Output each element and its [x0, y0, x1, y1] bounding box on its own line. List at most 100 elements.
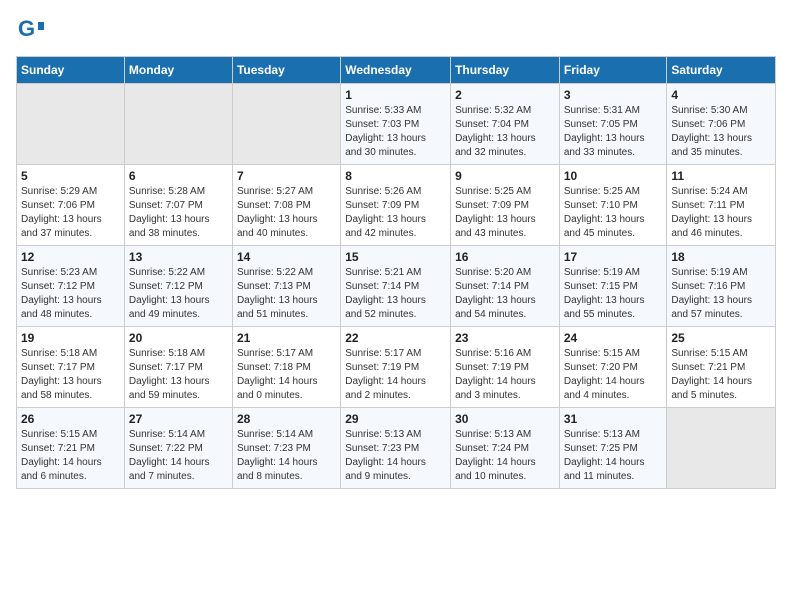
calendar-cell: 27 Sunrise: 5:14 AM Sunset: 7:22 PM Dayli… — [124, 408, 232, 489]
calendar-cell: 6Sunrise: 5:28 AM Sunset: 7:07 PM Daylig… — [124, 165, 232, 246]
day-number: 1 — [345, 88, 446, 102]
day-number: 16 — [455, 250, 555, 264]
calendar-cell: 26Sunrise: 5:15 AM Sunset: 7:21 PM Dayli… — [17, 408, 125, 489]
calendar-cell: 4 Sunrise: 5:30 AM Sunset: 7:06 PM Daylig… — [667, 84, 776, 165]
day-number: 4 — [671, 88, 771, 102]
calendar-cell: 19 Sunrise: 5:18 AM Sunset: 7:17 PM Dayli… — [17, 327, 125, 408]
calendar-cell: 25 Sunrise: 5:15 AM Sunset: 7:21 PM Dayli… — [667, 327, 776, 408]
day-number: 22 — [345, 331, 446, 345]
day-info: Sunrise: 5:17 AM Sunset: 7:18 PM Dayligh… — [237, 347, 336, 403]
calendar-cell: 2Sunrise: 5:32 AM Sunset: 7:04 PM Daylig… — [451, 84, 560, 165]
calendar-week-row: 26Sunrise: 5:15 AM Sunset: 7:21 PM Dayli… — [17, 408, 776, 489]
calendar-cell: 11 Sunrise: 5:24 AM Sunset: 7:11 PM Dayli… — [667, 165, 776, 246]
calendar-cell: 16 Sunrise: 5:20 AM Sunset: 7:14 PM Dayli… — [451, 246, 560, 327]
day-info: Sunrise: 5:25 AM Sunset: 7:09 PM Dayligh… — [455, 185, 555, 241]
calendar-cell: 29 Sunrise: 5:13 AM Sunset: 7:23 PM Dayli… — [341, 408, 451, 489]
calendar-cell — [17, 84, 125, 165]
day-number: 3 — [564, 88, 663, 102]
day-info: Sunrise: 5:30 AM Sunset: 7:06 PM Dayligh… — [671, 104, 771, 160]
day-info: Sunrise: 5:22 AM Sunset: 7:12 PM Dayligh… — [129, 266, 228, 322]
calendar-cell — [667, 408, 776, 489]
calendar-cell: 18 Sunrise: 5:19 AM Sunset: 7:16 PM Dayli… — [667, 246, 776, 327]
calendar-cell: 9 Sunrise: 5:25 AM Sunset: 7:09 PM Daylig… — [451, 165, 560, 246]
calendar-cell: 17 Sunrise: 5:19 AM Sunset: 7:15 PM Dayli… — [559, 246, 667, 327]
day-header-thursday: Thursday — [451, 57, 560, 84]
day-info: Sunrise: 5:31 AM Sunset: 7:05 PM Dayligh… — [564, 104, 663, 160]
calendar-header: G — [16, 16, 776, 44]
calendar-week-row: 5 Sunrise: 5:29 AM Sunset: 7:06 PM Daylig… — [17, 165, 776, 246]
calendar-cell: 7 Sunrise: 5:27 AM Sunset: 7:08 PM Daylig… — [232, 165, 340, 246]
day-header-sunday: Sunday — [17, 57, 125, 84]
day-info: Sunrise: 5:22 AM Sunset: 7:13 PM Dayligh… — [237, 266, 336, 322]
day-number: 28 — [237, 412, 336, 426]
day-number: 18 — [671, 250, 771, 264]
logo-icon: G — [16, 16, 44, 44]
day-info: Sunrise: 5:27 AM Sunset: 7:08 PM Dayligh… — [237, 185, 336, 241]
day-number: 25 — [671, 331, 771, 345]
day-info: Sunrise: 5:13 AM Sunset: 7:25 PM Dayligh… — [564, 428, 663, 484]
day-number: 20 — [129, 331, 228, 345]
calendar-cell: 23 Sunrise: 5:16 AM Sunset: 7:19 PM Dayli… — [451, 327, 560, 408]
day-info: Sunrise: 5:16 AM Sunset: 7:19 PM Dayligh… — [455, 347, 555, 403]
day-number: 17 — [564, 250, 663, 264]
day-number: 29 — [345, 412, 446, 426]
calendar-week-row: 19 Sunrise: 5:18 AM Sunset: 7:17 PM Dayli… — [17, 327, 776, 408]
calendar-cell: 12Sunrise: 5:23 AM Sunset: 7:12 PM Dayli… — [17, 246, 125, 327]
calendar-cell: 14 Sunrise: 5:22 AM Sunset: 7:13 PM Dayli… — [232, 246, 340, 327]
day-info: Sunrise: 5:29 AM Sunset: 7:06 PM Dayligh… — [21, 185, 120, 241]
day-info: Sunrise: 5:14 AM Sunset: 7:23 PM Dayligh… — [237, 428, 336, 484]
day-info: Sunrise: 5:18 AM Sunset: 7:17 PM Dayligh… — [21, 347, 120, 403]
day-header-monday: Monday — [124, 57, 232, 84]
day-number: 9 — [455, 169, 555, 183]
day-number: 8 — [345, 169, 446, 183]
day-info: Sunrise: 5:19 AM Sunset: 7:16 PM Dayligh… — [671, 266, 771, 322]
day-number: 23 — [455, 331, 555, 345]
calendar-cell: 5 Sunrise: 5:29 AM Sunset: 7:06 PM Daylig… — [17, 165, 125, 246]
calendar-table: SundayMondayTuesdayWednesdayThursdayFrid… — [16, 56, 776, 489]
day-number: 7 — [237, 169, 336, 183]
day-number: 13 — [129, 250, 228, 264]
day-number: 30 — [455, 412, 555, 426]
day-number: 14 — [237, 250, 336, 264]
svg-text:G: G — [18, 16, 35, 41]
calendar-cell: 31Sunrise: 5:13 AM Sunset: 7:25 PM Dayli… — [559, 408, 667, 489]
day-number: 11 — [671, 169, 771, 183]
calendar-week-row: 12Sunrise: 5:23 AM Sunset: 7:12 PM Dayli… — [17, 246, 776, 327]
day-info: Sunrise: 5:17 AM Sunset: 7:19 PM Dayligh… — [345, 347, 446, 403]
calendar-cell: 28 Sunrise: 5:14 AM Sunset: 7:23 PM Dayli… — [232, 408, 340, 489]
calendar-cell: 24 Sunrise: 5:15 AM Sunset: 7:20 PM Dayli… — [559, 327, 667, 408]
day-number: 10 — [564, 169, 663, 183]
day-info: Sunrise: 5:15 AM Sunset: 7:21 PM Dayligh… — [671, 347, 771, 403]
calendar-header-row: SundayMondayTuesdayWednesdayThursdayFrid… — [17, 57, 776, 84]
calendar-cell: 8Sunrise: 5:26 AM Sunset: 7:09 PM Daylig… — [341, 165, 451, 246]
day-info: Sunrise: 5:14 AM Sunset: 7:22 PM Dayligh… — [129, 428, 228, 484]
day-info: Sunrise: 5:15 AM Sunset: 7:21 PM Dayligh… — [21, 428, 120, 484]
day-number: 15 — [345, 250, 446, 264]
day-info: Sunrise: 5:19 AM Sunset: 7:15 PM Dayligh… — [564, 266, 663, 322]
logo: G — [16, 16, 48, 44]
calendar-cell: 1 Sunrise: 5:33 AM Sunset: 7:03 PM Daylig… — [341, 84, 451, 165]
day-number: 27 — [129, 412, 228, 426]
calendar-cell: 21 Sunrise: 5:17 AM Sunset: 7:18 PM Dayli… — [232, 327, 340, 408]
day-number: 24 — [564, 331, 663, 345]
calendar-cell: 13 Sunrise: 5:22 AM Sunset: 7:12 PM Dayli… — [124, 246, 232, 327]
day-info: Sunrise: 5:33 AM Sunset: 7:03 PM Dayligh… — [345, 104, 446, 160]
day-number: 19 — [21, 331, 120, 345]
calendar-cell: 20 Sunrise: 5:18 AM Sunset: 7:17 PM Dayli… — [124, 327, 232, 408]
day-number: 2 — [455, 88, 555, 102]
day-header-wednesday: Wednesday — [341, 57, 451, 84]
calendar-week-row: 1 Sunrise: 5:33 AM Sunset: 7:03 PM Daylig… — [17, 84, 776, 165]
calendar-cell: 10Sunrise: 5:25 AM Sunset: 7:10 PM Dayli… — [559, 165, 667, 246]
day-header-tuesday: Tuesday — [232, 57, 340, 84]
day-info: Sunrise: 5:15 AM Sunset: 7:20 PM Dayligh… — [564, 347, 663, 403]
day-number: 21 — [237, 331, 336, 345]
day-info: Sunrise: 5:23 AM Sunset: 7:12 PM Dayligh… — [21, 266, 120, 322]
day-info: Sunrise: 5:13 AM Sunset: 7:23 PM Dayligh… — [345, 428, 446, 484]
day-info: Sunrise: 5:20 AM Sunset: 7:14 PM Dayligh… — [455, 266, 555, 322]
day-info: Sunrise: 5:18 AM Sunset: 7:17 PM Dayligh… — [129, 347, 228, 403]
calendar-cell: 3 Sunrise: 5:31 AM Sunset: 7:05 PM Daylig… — [559, 84, 667, 165]
day-header-saturday: Saturday — [667, 57, 776, 84]
day-info: Sunrise: 5:24 AM Sunset: 7:11 PM Dayligh… — [671, 185, 771, 241]
day-number: 6 — [129, 169, 228, 183]
day-number: 5 — [21, 169, 120, 183]
